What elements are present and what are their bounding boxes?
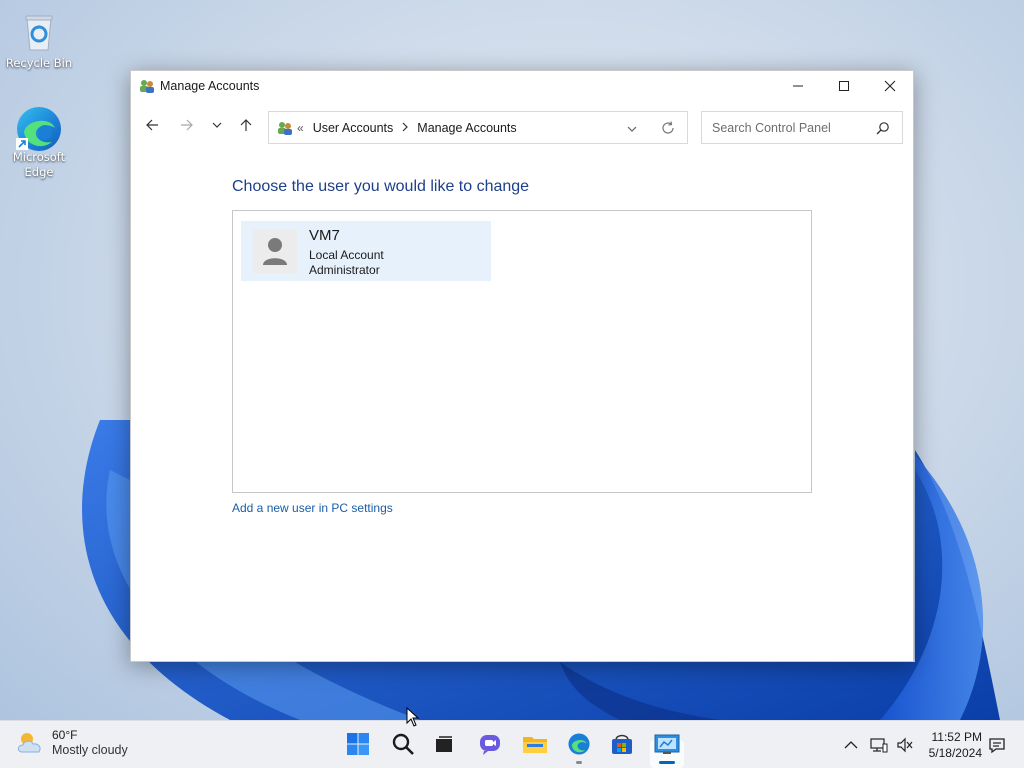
close-icon [884, 80, 896, 92]
clock[interactable]: 11:52 PM 5/18/2024 [929, 729, 982, 761]
desktop-icon-recycle-bin[interactable]: Recycle Bin [2, 10, 76, 71]
store-button[interactable] [608, 730, 636, 758]
active-indicator [659, 761, 675, 764]
file-explorer-icon [523, 737, 547, 753]
chat-icon [480, 735, 500, 755]
chat-button[interactable] [476, 730, 504, 758]
show-hidden-icons-button[interactable] [841, 735, 861, 755]
close-button[interactable] [867, 71, 913, 101]
search-input[interactable] [710, 119, 874, 136]
control-panel-taskbar-button[interactable] [650, 730, 684, 768]
title-bar[interactable]: Manage Accounts [131, 71, 913, 101]
user-name: VM7 [309, 227, 340, 244]
notification-icon [989, 738, 1005, 754]
refresh-button[interactable] [661, 121, 675, 138]
recycle-bin-label: Recycle Bin [5, 56, 73, 70]
volume-tray-button[interactable] [895, 735, 915, 755]
user-list: VM7 Local Account Administrator [232, 210, 812, 493]
user-account-type: Local Account [309, 248, 384, 262]
task-view-button[interactable] [430, 730, 458, 758]
store-icon [612, 734, 632, 754]
search-icon [392, 733, 414, 755]
recycle-bin-icon [17, 10, 61, 54]
arrow-left-icon [146, 119, 158, 131]
page-heading: Choose the user you would like to change [232, 178, 530, 195]
add-new-user-link[interactable]: Add a new user in PC settings [232, 501, 393, 515]
minimize-button[interactable] [775, 71, 821, 101]
weather-condition: Mostly cloudy [52, 743, 128, 757]
volume-muted-icon [897, 737, 913, 753]
mouse-cursor-icon [406, 707, 420, 727]
maximize-icon [839, 81, 849, 91]
user-role: Administrator [309, 263, 380, 277]
breadcrumb-separator-icon[interactable] [401, 121, 409, 135]
avatar [253, 229, 297, 273]
user-accounts-icon [277, 120, 293, 136]
address-bar[interactable]: « User Accounts Manage Accounts [268, 111, 688, 144]
network-icon [870, 738, 888, 753]
start-icon [347, 733, 369, 755]
taskbar: 60°F Mostly cloudy 11:52 PM 5/18/2024 [0, 720, 1024, 768]
weather-temperature: 60°F [52, 728, 78, 742]
edge-taskbar-button[interactable] [565, 730, 593, 764]
running-indicator [576, 761, 582, 764]
maximize-button[interactable] [821, 71, 867, 101]
desktop-icon-edge[interactable]: Microsoft Edge [2, 104, 76, 180]
arrow-right-icon [181, 119, 193, 131]
notifications-button[interactable] [987, 735, 1007, 755]
user-tile-vm7[interactable]: VM7 Local Account Administrator [241, 221, 491, 281]
manage-accounts-window: Manage Accounts « User Accounts Manage A… [130, 70, 914, 662]
minimize-icon [793, 85, 803, 87]
cloudy-weather-icon [17, 733, 41, 753]
search-icon[interactable] [876, 121, 890, 138]
refresh-icon [662, 121, 674, 134]
back-button[interactable] [142, 115, 162, 135]
edge-icon [16, 104, 61, 151]
chevron-down-icon [627, 126, 637, 132]
edge-icon [568, 733, 590, 755]
address-dropdown-button[interactable] [627, 123, 637, 137]
navigation-bar: « User Accounts Manage Accounts [131, 101, 913, 147]
search-button[interactable] [389, 730, 417, 758]
search-box[interactable] [701, 111, 903, 144]
chevron-up-icon [844, 741, 858, 749]
network-tray-button[interactable] [869, 735, 889, 755]
chevron-down-icon [212, 122, 222, 128]
clock-time: 11:52 PM [931, 730, 982, 744]
user-icon [263, 238, 287, 265]
user-accounts-icon [139, 78, 155, 94]
task-view-icon [436, 736, 452, 752]
file-explorer-button[interactable] [521, 730, 549, 758]
arrow-up-icon [240, 119, 252, 131]
breadcrumb-overflow[interactable]: « [297, 121, 304, 135]
edge-label: Microsoft Edge [12, 150, 66, 179]
clock-date: 5/18/2024 [928, 746, 982, 760]
window-title: Manage Accounts [160, 79, 260, 93]
breadcrumb-manage-accounts[interactable]: Manage Accounts [417, 121, 516, 135]
breadcrumb-user-accounts[interactable]: User Accounts [313, 121, 394, 135]
forward-button[interactable] [177, 115, 197, 135]
recent-locations-button[interactable] [207, 115, 227, 135]
control-panel-icon [654, 734, 680, 754]
up-button[interactable] [236, 115, 256, 135]
weather-widget[interactable]: 60°F Mostly cloudy [16, 728, 128, 758]
start-button[interactable] [344, 730, 372, 758]
